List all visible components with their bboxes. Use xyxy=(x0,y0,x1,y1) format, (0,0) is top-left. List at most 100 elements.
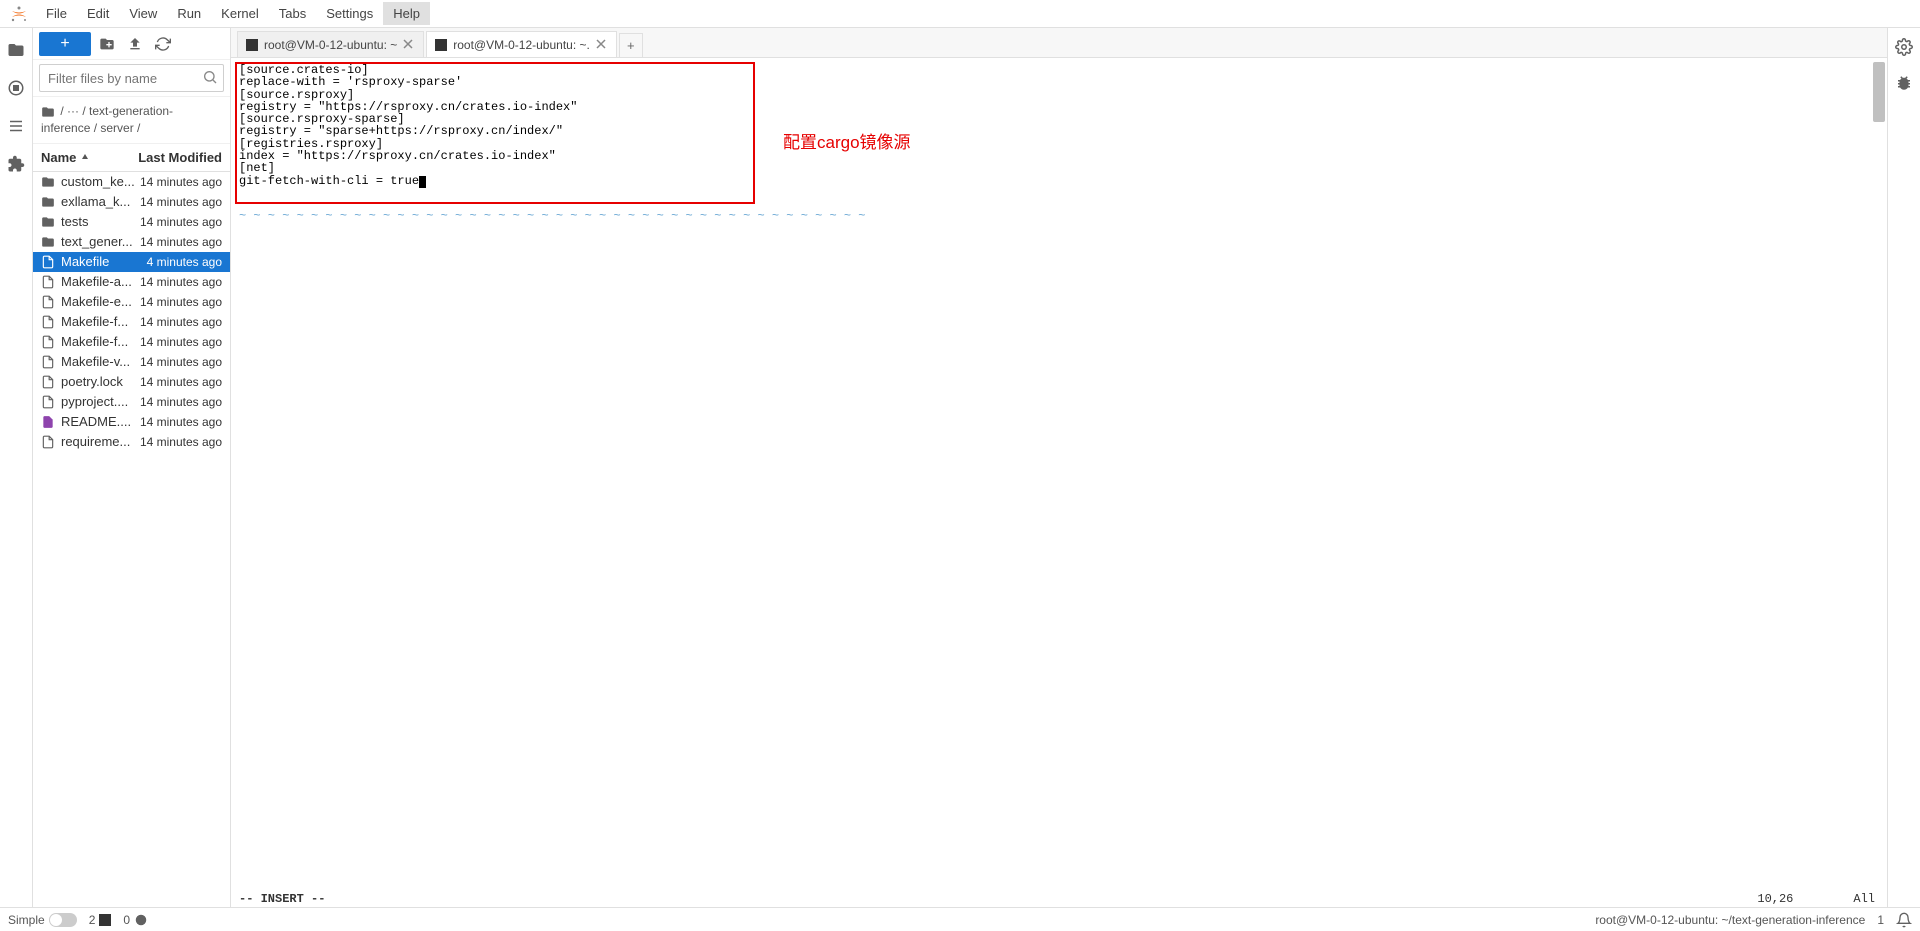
file-name: exllama_k... xyxy=(61,194,130,209)
file-name: Makefile-e... xyxy=(61,294,132,309)
upload-icon[interactable] xyxy=(123,32,147,56)
tab-label: root@VM-0-12-ubuntu: ~. xyxy=(453,38,590,52)
file-time: 14 minutes ago xyxy=(140,395,222,409)
refresh-icon[interactable] xyxy=(151,32,175,56)
menu-edit[interactable]: Edit xyxy=(77,2,119,25)
tab-label: root@VM-0-12-ubuntu: ~ xyxy=(264,38,397,52)
filter-input[interactable] xyxy=(39,64,224,92)
file-row[interactable]: poetry.lock 14 minutes ago xyxy=(33,372,230,392)
menubar: FileEditViewRunKernelTabsSettingsHelp xyxy=(0,0,1920,28)
vim-status-line: -- INSERT -- 10,26 All xyxy=(231,891,1887,907)
annotation-text: 配置cargo镜像源 xyxy=(783,128,911,153)
file-time: 14 minutes ago xyxy=(140,415,222,429)
file-time: 14 minutes ago xyxy=(140,275,222,289)
menu-run[interactable]: Run xyxy=(167,2,211,25)
file-list-header: Name Last Modified xyxy=(33,144,230,172)
editor-area: root@VM-0-12-ubuntu: ~ root@VM-0-12-ubunt… xyxy=(231,28,1887,907)
new-launcher-button[interactable]: + xyxy=(39,32,91,56)
file-row[interactable]: README.... 14 minutes ago xyxy=(33,412,230,432)
kernel-icon xyxy=(134,913,148,927)
file-name: pyproject.... xyxy=(61,394,128,409)
vim-tildes: ~ ~ ~ ~ ~ ~ ~ ~ ~ ~ ~ ~ ~ ~ ~ ~ ~ ~ ~ ~ … xyxy=(239,210,866,222)
simple-mode-label: Simple xyxy=(8,913,45,927)
file-time: 14 minutes ago xyxy=(140,215,222,229)
header-name-label[interactable]: Name xyxy=(41,150,76,165)
close-icon[interactable] xyxy=(596,39,608,51)
menu-kernel[interactable]: Kernel xyxy=(211,2,269,25)
extension-icon[interactable] xyxy=(6,154,26,174)
tab-bar: root@VM-0-12-ubuntu: ~ root@VM-0-12-ubunt… xyxy=(231,28,1887,58)
status-num: 1 xyxy=(1877,913,1884,927)
header-modified-label[interactable]: Last Modified xyxy=(138,150,222,165)
folder-icon xyxy=(41,195,55,209)
file-time: 14 minutes ago xyxy=(140,375,222,389)
file-icon xyxy=(41,255,55,269)
file-time: 14 minutes ago xyxy=(140,355,222,369)
close-icon[interactable] xyxy=(403,39,415,51)
file-row[interactable]: requireme...14 minutes ago xyxy=(33,432,230,452)
file-icon xyxy=(41,355,55,369)
file-icon xyxy=(41,435,55,449)
markdown-icon xyxy=(41,415,55,429)
vim-position: 10,26 xyxy=(1757,892,1793,906)
toc-icon[interactable] xyxy=(6,116,26,136)
file-row[interactable]: Makefile-a... 14 minutes ago xyxy=(33,272,230,292)
file-icon xyxy=(41,395,55,409)
file-row[interactable]: Makefile-f... 14 minutes ago xyxy=(33,332,230,352)
jupyter-logo-icon xyxy=(8,3,30,25)
bell-icon[interactable] xyxy=(1896,912,1912,928)
file-row[interactable]: Makefile 4 minutes ago xyxy=(33,252,230,272)
file-row[interactable]: custom_ke...14 minutes ago xyxy=(33,172,230,192)
status-tabs-count[interactable]: 2 xyxy=(89,913,112,927)
file-row[interactable]: text_gener...14 minutes ago xyxy=(33,232,230,252)
file-name: custom_ke... xyxy=(61,174,135,189)
file-name: text_gener... xyxy=(61,234,133,249)
debugger-icon[interactable] xyxy=(1895,74,1913,92)
folder-icon[interactable] xyxy=(6,40,26,60)
folder-icon xyxy=(41,215,55,229)
terminal[interactable]: [source.crates-io] replace-with = 'rspro… xyxy=(231,58,1887,907)
file-time: 14 minutes ago xyxy=(140,335,222,349)
status-kernel-count[interactable]: 0 xyxy=(123,913,148,927)
file-time: 14 minutes ago xyxy=(140,295,222,309)
property-inspector-icon[interactable] xyxy=(1895,38,1913,56)
file-name: poetry.lock xyxy=(61,374,123,389)
folder-icon xyxy=(41,175,55,189)
new-folder-icon[interactable] xyxy=(95,32,119,56)
running-icon[interactable] xyxy=(6,78,26,98)
add-tab-button[interactable]: + xyxy=(619,33,643,57)
file-name: Makefile-a... xyxy=(61,274,132,289)
breadcrumb[interactable]: / ··· / text-generation-inference / serv… xyxy=(33,97,230,144)
search-icon xyxy=(202,69,218,85)
file-name: Makefile xyxy=(61,254,109,269)
file-row[interactable]: Makefile-f...14 minutes ago xyxy=(33,312,230,332)
folder-icon xyxy=(41,105,55,119)
file-row[interactable]: Makefile-e... 14 minutes ago xyxy=(33,292,230,312)
file-row[interactable]: pyproject.... 14 minutes ago xyxy=(33,392,230,412)
file-toolbar: + xyxy=(33,28,230,60)
file-browser-panel: + / ··· / text-generation-inference / se… xyxy=(33,28,231,907)
menu-settings[interactable]: Settings xyxy=(316,2,383,25)
file-icon xyxy=(41,375,55,389)
status-path: root@VM-0-12-ubuntu: ~/text-generation-i… xyxy=(1595,913,1865,927)
tab[interactable]: root@VM-0-12-ubuntu: ~. xyxy=(426,31,617,57)
menu-help[interactable]: Help xyxy=(383,2,430,25)
terminal-icon xyxy=(99,914,111,926)
file-name: tests xyxy=(61,214,88,229)
file-icon xyxy=(41,295,55,309)
file-row[interactable]: Makefile-v...14 minutes ago xyxy=(33,352,230,372)
terminal-content: [source.crates-io] replace-with = 'rspro… xyxy=(239,64,1867,188)
file-row[interactable]: tests 14 minutes ago xyxy=(33,212,230,232)
file-icon xyxy=(41,315,55,329)
scrollbar-thumb[interactable] xyxy=(1873,62,1885,122)
tab[interactable]: root@VM-0-12-ubuntu: ~ xyxy=(237,31,424,57)
file-name: Makefile-f... xyxy=(61,334,128,349)
file-time: 4 minutes ago xyxy=(147,255,222,269)
menu-tabs[interactable]: Tabs xyxy=(269,2,316,25)
menu-view[interactable]: View xyxy=(119,2,167,25)
file-row[interactable]: exllama_k...14 minutes ago xyxy=(33,192,230,212)
file-icon xyxy=(41,275,55,289)
file-name: README.... xyxy=(61,414,131,429)
menu-file[interactable]: File xyxy=(36,2,77,25)
simple-mode-toggle[interactable] xyxy=(49,913,77,927)
